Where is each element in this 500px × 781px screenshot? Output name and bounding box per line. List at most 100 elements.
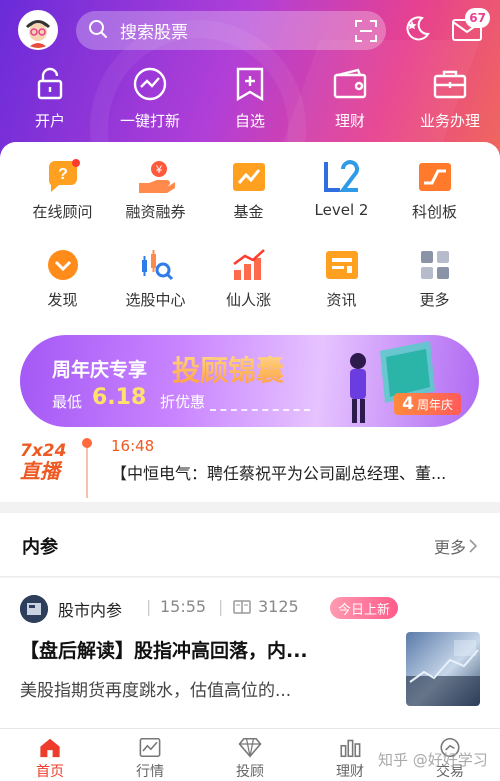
timeline-line [86, 442, 88, 498]
timeline-dot [82, 438, 92, 448]
tab-label: 首页 [36, 764, 64, 780]
feature-label: 融资融券 [125, 203, 186, 221]
banner-dash [210, 409, 310, 411]
read-count: 3125 [258, 597, 299, 616]
level2-icon [323, 158, 361, 196]
svg-text:?: ? [58, 166, 68, 183]
tab-advisor[interactable]: 投顾 [200, 729, 300, 781]
quick-watchlist[interactable]: 自选 [200, 64, 300, 136]
article-card[interactable]: 股市内参 | 15:55 | 3125 今日上新 【盘后解读】股指冲高回落，内.… [0, 578, 500, 728]
star-market-icon [416, 158, 454, 196]
mail-icon[interactable]: 67 [448, 8, 490, 46]
quick-label: 自选 [234, 112, 265, 130]
chevron-right-icon [469, 539, 478, 553]
scan-icon[interactable] [346, 11, 386, 50]
feature-row-1: ? 在线顾问 ¥ 融资融券 基金 Level 2 科创板 [0, 158, 500, 228]
live-logo-bottom: 直播 [20, 459, 60, 483]
feature-card: ? 在线顾问 ¥ 融资融券 基金 Level 2 科创板 发现 选股中心 仙人涨… [0, 142, 500, 502]
read-count-icon [233, 600, 251, 614]
news-icon [323, 246, 361, 284]
tag-number: 4 [402, 394, 414, 414]
more-grid-icon [416, 246, 454, 284]
more-link[interactable]: 更多 [434, 534, 480, 558]
tab-market[interactable]: 行情 [100, 729, 200, 781]
feature-label: 仙人涨 [225, 291, 271, 309]
tag-text: 周年庆 [416, 397, 453, 412]
quick-wealth[interactable]: 理财 [300, 64, 400, 136]
feature-label: 更多 [419, 291, 450, 309]
live-logo-top: 7x24 [20, 441, 67, 461]
live-logo: 7x24 直播 [20, 442, 74, 484]
new-today-badge: 今日上新 [330, 597, 399, 619]
live-news-item[interactable]: 【中恒电气：聘任蔡祝平为公司副总经理、董... [111, 460, 481, 484]
feature-label: 在线顾问 [32, 203, 93, 221]
search-icon [88, 19, 108, 43]
feature-discover[interactable]: 发现 [16, 246, 109, 316]
banner-suffix: 折优惠 [160, 393, 206, 411]
feature-xianrenzhang[interactable]: 仙人涨 [202, 246, 295, 316]
briefcase-icon [430, 64, 470, 104]
quick-open-account[interactable]: 开户 [0, 64, 100, 136]
neican-section-header: 内参 更多 [0, 513, 500, 577]
feature-label: Level 2 [314, 201, 369, 219]
candlestick-search-icon [137, 246, 175, 284]
more-label: 更多 [433, 538, 466, 557]
feature-margin-trading[interactable]: ¥ 融资融券 [109, 158, 202, 228]
rising-bars-icon [230, 246, 268, 284]
feature-label: 资讯 [326, 291, 357, 309]
quick-label: 一键打新 [119, 112, 180, 130]
quick-business[interactable]: 业务办理 [400, 64, 500, 136]
question-chat-icon: ? [44, 158, 82, 196]
add-watchlist-icon [230, 64, 270, 104]
quick-label: 开户 [34, 112, 65, 130]
quick-label: 业务办理 [419, 112, 480, 130]
feature-online-advisor[interactable]: ? 在线顾问 [16, 158, 109, 228]
source-avatar [20, 595, 48, 623]
article-title: 【盘后解读】股指冲高回落，内... [20, 640, 308, 662]
wallet-icon [330, 64, 370, 104]
anniversary-banner[interactable]: 周年庆专享 投顾锦囊 最低 6.18 折优惠 4 周年庆 [20, 335, 479, 427]
feature-label: 发现 [47, 291, 78, 309]
divider: | [218, 597, 224, 616]
trend-circle-icon [130, 64, 170, 104]
search-bar[interactable]: 搜索股票 [76, 11, 386, 50]
article-summary: 美股指期货再度跳水，估值高位的... [20, 681, 292, 701]
home-icon [40, 738, 60, 758]
lock-icon [30, 64, 70, 104]
feature-label: 基金 [233, 203, 264, 221]
diamond-icon [238, 737, 262, 758]
user-avatar[interactable] [18, 10, 58, 50]
feature-news[interactable]: 资讯 [295, 246, 388, 316]
section-title: 内参 [22, 537, 58, 558]
banner-headline: 投顾锦囊 [172, 349, 284, 389]
publish-time: 15:55 [160, 597, 207, 616]
quick-ipo-subscribe[interactable]: 一键打新 [100, 64, 200, 136]
feature-star-market[interactable]: 科创板 [388, 158, 481, 228]
feature-label: 选股中心 [125, 291, 186, 309]
night-mode-icon[interactable] [398, 12, 436, 46]
feature-stock-picker[interactable]: 选股中心 [109, 246, 202, 316]
svg-text:¥: ¥ [154, 164, 162, 176]
feature-label: 科创板 [411, 203, 457, 221]
banner-value: 6.18 [92, 385, 147, 410]
banner-title: 周年庆专享 [52, 359, 148, 381]
source-name: 股市内参 [58, 601, 123, 620]
divider: | [146, 597, 152, 616]
search-placeholder: 搜索股票 [120, 23, 188, 43]
market-chart-icon [139, 737, 161, 758]
feature-fund[interactable]: 基金 [202, 158, 295, 228]
quick-label: 理财 [334, 112, 365, 130]
bars-icon [340, 739, 361, 758]
feature-level2[interactable]: Level 2 [295, 158, 388, 228]
mail-badge: 67 [465, 8, 490, 28]
live-time: 16:48 [111, 437, 155, 455]
article-thumbnail [406, 632, 480, 706]
anniversary-tag: 4 周年庆 [394, 393, 461, 415]
tab-home[interactable]: 首页 [0, 729, 100, 781]
feature-row-2: 发现 选股中心 仙人涨 资讯 更多 [0, 246, 500, 316]
banner-prefix: 最低 [52, 393, 83, 411]
quick-actions: 开户 一键打新 自选 理财 业务办理 [0, 64, 500, 136]
discover-icon [44, 246, 82, 284]
feature-more[interactable]: 更多 [388, 246, 481, 316]
hand-coin-icon: ¥ [137, 158, 175, 196]
